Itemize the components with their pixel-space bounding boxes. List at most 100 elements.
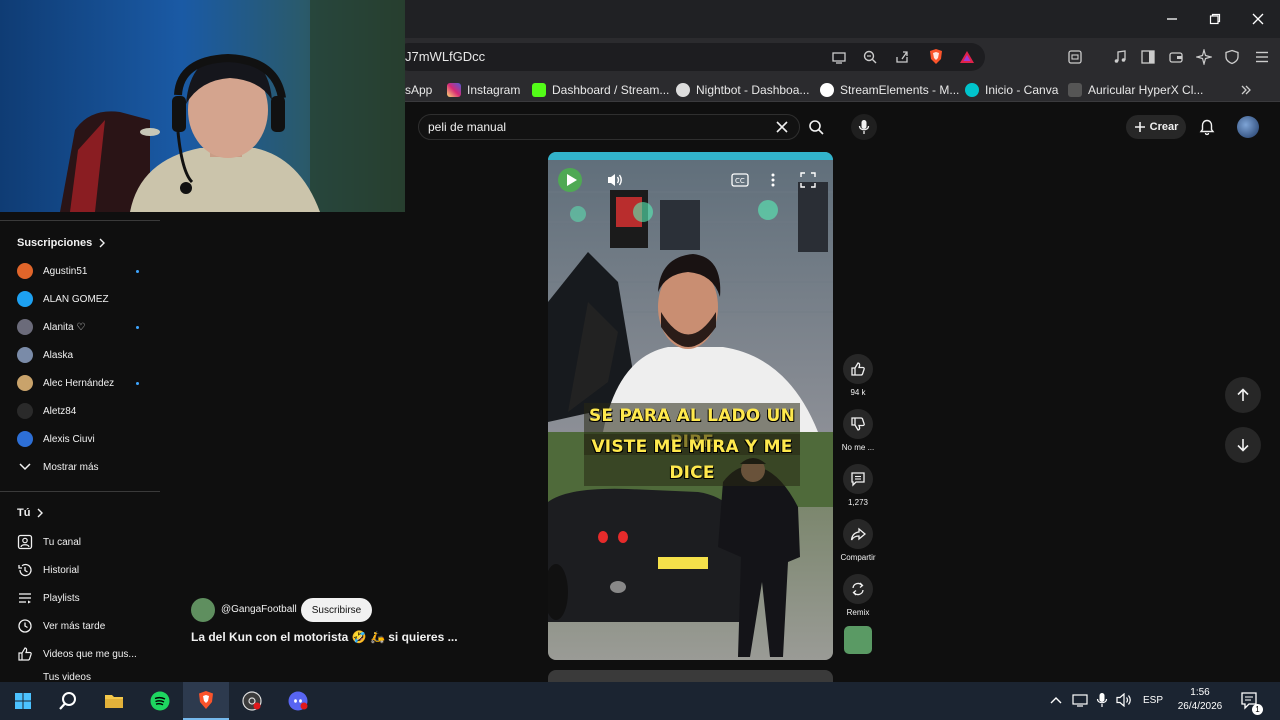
bookmark-whatsapp[interactable]: sApp (405, 81, 432, 99)
fullscreen-icon[interactable] (800, 172, 816, 188)
webcam-person-image (60, 0, 405, 212)
more-options-icon[interactable] (770, 172, 776, 188)
audio-source-thumbnail[interactable] (844, 626, 872, 654)
sidebar-item-watch-later[interactable]: Ver más tarde (17, 616, 157, 636)
leo-ai-icon[interactable] (1194, 47, 1214, 67)
folder-icon (105, 695, 123, 708)
file-explorer-button[interactable] (91, 682, 137, 720)
sidebar-item-playlists[interactable]: Playlists (17, 588, 157, 608)
sidebar-item-agustin51[interactable]: Agustin51 (17, 261, 157, 281)
search-icon[interactable] (808, 119, 824, 135)
channel-avatar (17, 291, 33, 307)
obs-button[interactable] (229, 682, 275, 720)
arrow-down-icon (1237, 439, 1249, 452)
brave-rewards-icon[interactable] (957, 47, 977, 67)
sidebar-toggle-icon[interactable] (1138, 47, 1158, 67)
sidebar-item-history[interactable]: Historial (17, 560, 157, 580)
share-button[interactable] (843, 519, 873, 549)
show-hidden-icons-icon[interactable] (1050, 695, 1062, 705)
chevron-right-icon (99, 238, 106, 248)
share-page-icon[interactable] (892, 47, 912, 67)
channel-avatar[interactable] (191, 598, 215, 622)
remix-button[interactable] (843, 574, 873, 604)
reader-mode-icon[interactable] (1065, 47, 1085, 67)
start-button[interactable] (0, 682, 46, 720)
bookmark-hyperx[interactable]: Auricular HyperX Cl... (1068, 81, 1203, 99)
sidebar-divider (0, 220, 160, 221)
minimize-button[interactable] (1150, 0, 1194, 38)
new-content-dot (136, 269, 139, 273)
sidebar-item-alanita[interactable]: Alanita ♡ (17, 317, 157, 337)
taskbar-clock[interactable]: 1:56 26/4/2026 (1168, 686, 1232, 714)
spotify-button[interactable] (137, 682, 183, 720)
create-button[interactable]: Crear (1126, 115, 1186, 139)
remix-action[interactable]: Remix (843, 574, 873, 617)
share-label: Compartir (840, 553, 876, 562)
url-text: J7mWLfGDcc (405, 49, 486, 64)
create-label: Crear (1149, 121, 1179, 133)
bookmark-instagram[interactable]: Instagram (447, 81, 520, 99)
thumbs-up-icon (17, 646, 33, 662)
search-query-text: peli de manual (428, 120, 507, 134)
plus-icon (1134, 122, 1145, 132)
menu-icon[interactable] (1252, 47, 1272, 67)
more-bookmarks-icon[interactable] (1240, 81, 1252, 99)
channel-name: Alexis Ciuvi (43, 433, 95, 445)
music-icon[interactable] (1110, 47, 1130, 67)
subscribe-button[interactable]: Suscribirse (301, 598, 372, 622)
youtube-sidebar: Suscripciones Agustin51 ALAN GOMEZ Alani… (0, 212, 160, 682)
vpn-shield-icon[interactable] (1222, 47, 1242, 67)
sidebar-item-aletz84[interactable]: Aletz84 (17, 401, 157, 421)
dislike-button[interactable] (843, 409, 873, 439)
brave-browser-button[interactable] (183, 682, 229, 720)
comments-action[interactable]: 1,273 (843, 464, 873, 507)
dislike-action[interactable]: No me ... (842, 409, 874, 452)
install-app-icon[interactable] (829, 47, 849, 67)
bookmark-canva[interactable]: Inicio - Canva (965, 81, 1058, 99)
sidebar-item-alan-gomez[interactable]: ALAN GOMEZ (17, 289, 157, 309)
sidebar-item-liked-videos[interactable]: Videos que me gus... (17, 644, 157, 664)
sidebar-item-your-videos[interactable]: Tus videos (17, 672, 157, 682)
comment-icon (851, 472, 865, 487)
clear-search-icon[interactable] (775, 120, 789, 134)
sidebar-item-alaska[interactable]: Alaska (17, 345, 157, 365)
previous-short-button[interactable] (1225, 377, 1261, 413)
channel-handle[interactable]: @GangaFootball (221, 604, 297, 615)
microphone-icon[interactable] (1096, 692, 1108, 708)
restore-button[interactable] (1193, 0, 1237, 38)
like-button[interactable] (843, 354, 873, 384)
next-short-button[interactable] (1225, 427, 1261, 463)
channel-name: Aletz84 (43, 405, 77, 417)
subscriptions-heading[interactable]: Suscripciones (17, 237, 106, 249)
bookmark-nightbot[interactable]: Nightbot - Dashboa... (676, 81, 809, 99)
sidebar-item-alec-hernandez[interactable]: Alec Hernández (17, 373, 157, 393)
volume-icon[interactable] (1116, 693, 1134, 707)
show-more-button[interactable]: Mostrar más (17, 457, 157, 477)
play-icon[interactable] (564, 173, 578, 187)
taskbar-search-button[interactable] (45, 682, 91, 720)
zoom-icon[interactable] (860, 47, 880, 67)
network-icon[interactable] (1072, 693, 1088, 707)
user-card-icon (17, 534, 33, 550)
volume-icon[interactable] (606, 172, 624, 188)
discord-button[interactable] (275, 682, 321, 720)
voice-search-icon[interactable] (851, 114, 877, 140)
close-window-button[interactable] (1236, 0, 1280, 38)
bookmark-kick-dashboard[interactable]: Dashboard / Stream... (532, 81, 669, 99)
short-title[interactable]: La del Kun con el motorista 🤣 🛵 si quier… (191, 630, 458, 644)
sidebar-item-label: Tus videos (43, 672, 91, 682)
notifications-bell-icon[interactable] (1199, 119, 1215, 136)
comments-button[interactable] (843, 464, 873, 494)
share-action[interactable]: Compartir (840, 519, 876, 562)
bookmark-streamelements[interactable]: StreamElements - M... (820, 81, 959, 99)
wallet-icon[interactable] (1166, 47, 1186, 67)
bookmark-label: Nightbot - Dashboa... (696, 83, 810, 97)
like-action[interactable]: 94 k (843, 354, 873, 397)
sidebar-item-your-channel[interactable]: Tu canal (17, 532, 157, 552)
captions-icon[interactable]: CC (731, 173, 749, 187)
language-indicator[interactable]: ESP (1143, 695, 1163, 706)
you-heading[interactable]: Tú (17, 507, 44, 519)
brave-shields-icon[interactable] (926, 47, 946, 67)
sidebar-item-alexis-ciuvi[interactable]: Alexis Ciuvi (17, 429, 157, 449)
account-avatar[interactable] (1237, 116, 1259, 138)
